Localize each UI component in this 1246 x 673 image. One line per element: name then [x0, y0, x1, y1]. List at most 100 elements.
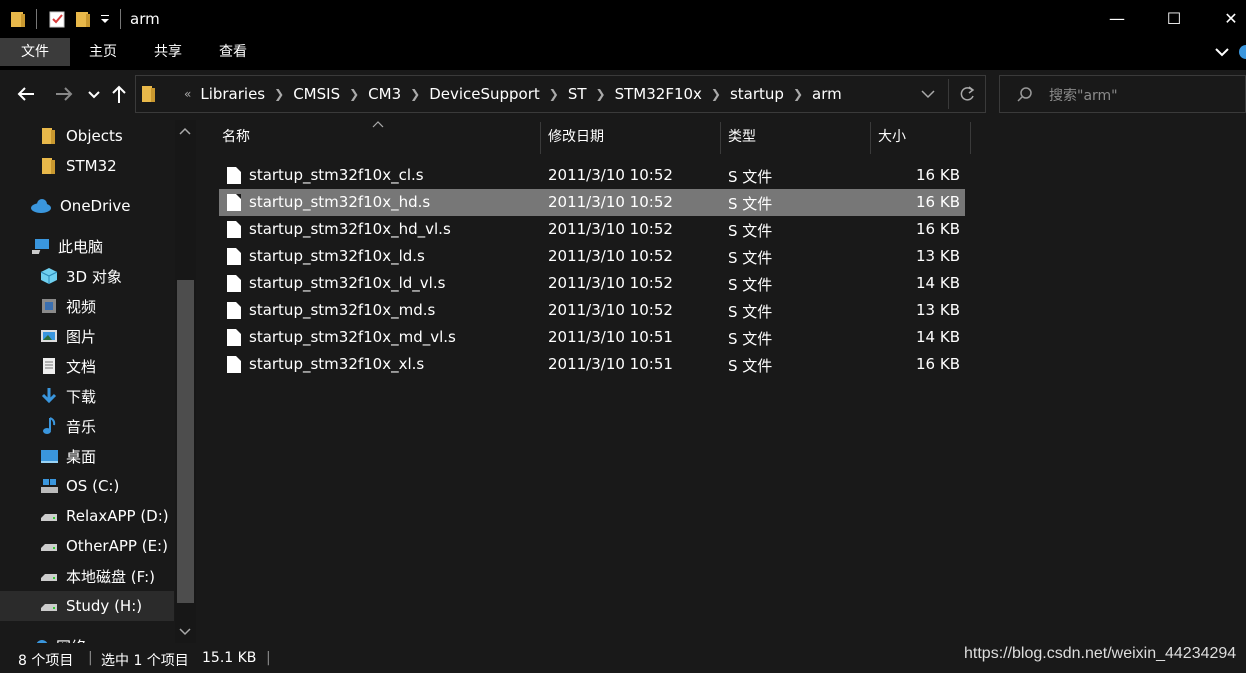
- breadcrumb-item[interactable]: startup: [730, 85, 784, 103]
- sidebar-item-3d-objects[interactable]: 3D 对象: [0, 261, 174, 291]
- search-input[interactable]: 搜索"arm": [1049, 85, 1118, 105]
- file-row[interactable]: startup_stm32f10x_ld_vl.s 2011/3/10 10:5…: [219, 270, 965, 297]
- sidebar-item-local-disk-f[interactable]: 本地磁盘 (F:): [0, 561, 174, 591]
- breadcrumb-item[interactable]: ST: [568, 85, 587, 103]
- expand-ribbon-icon[interactable]: [1215, 46, 1229, 58]
- sidebar-item-network[interactable]: 网络: [0, 631, 174, 643]
- navigation-bar: « Libraries ❯ CMSIS ❯ CM3 ❯ DeviceSupport ❯ …: [0, 70, 1246, 120]
- back-arrow-icon[interactable]: [14, 82, 38, 106]
- breadcrumb-item[interactable]: CM3: [368, 85, 401, 103]
- sidebar-item-videos[interactable]: 视频: [0, 291, 174, 321]
- file-type: S 文件: [728, 222, 773, 240]
- sidebar-item-label: 此电脑: [58, 237, 104, 256]
- file-row[interactable]: startup_stm32f10x_md.s 2011/3/10 10:52 S…: [219, 297, 965, 324]
- cloud-icon: [31, 199, 51, 213]
- file-type: S 文件: [728, 276, 773, 294]
- column-separator[interactable]: [870, 122, 871, 154]
- address-bar[interactable]: « Libraries ❯ CMSIS ❯ CM3 ❯ DeviceSupport ❯ …: [135, 75, 986, 113]
- tab-share[interactable]: 共享: [138, 38, 198, 66]
- tab-file[interactable]: 文件: [0, 38, 70, 66]
- breadcrumb-item[interactable]: CMSIS: [293, 85, 340, 103]
- new-folder-icon[interactable]: [75, 10, 91, 28]
- file-row[interactable]: startup_stm32f10x_hd.s 2011/3/10 10:52 S…: [219, 189, 965, 216]
- sidebar-item-label: OneDrive: [60, 197, 131, 215]
- file-row[interactable]: startup_stm32f10x_hd_vl.s 2011/3/10 10:5…: [219, 216, 965, 243]
- close-button[interactable]: ✕: [1203, 0, 1246, 38]
- folder-icon: [142, 86, 155, 102]
- drive-icon: [41, 514, 57, 521]
- forward-arrow-icon[interactable]: [52, 82, 76, 106]
- sidebar-item-stm32[interactable]: STM32: [0, 151, 174, 181]
- cube-icon: [40, 268, 58, 284]
- help-icon[interactable]: [1238, 44, 1246, 60]
- file-row[interactable]: startup_stm32f10x_xl.s 2011/3/10 10:51 S…: [219, 351, 965, 378]
- search-box[interactable]: 搜索"arm": [999, 75, 1246, 113]
- sidebar-item-otherapp-e[interactable]: OtherAPP (E:): [0, 531, 174, 561]
- os-drive-icon: [41, 479, 58, 493]
- tab-view[interactable]: 查看: [203, 38, 263, 66]
- sidebar-item-relaxapp-d[interactable]: RelaxAPP (D:): [0, 501, 174, 531]
- maximize-button[interactable]: ☐: [1146, 0, 1202, 38]
- column-header-type[interactable]: 类型: [728, 120, 756, 154]
- chevron-right-icon[interactable]: ❯: [349, 87, 359, 101]
- sidebar-item-pictures[interactable]: 图片: [0, 321, 174, 351]
- file-icon: [227, 248, 241, 265]
- scroll-up-icon[interactable]: [179, 126, 191, 136]
- breadcrumb-item[interactable]: DeviceSupport: [429, 85, 540, 103]
- address-history-icon[interactable]: [921, 89, 935, 99]
- column-header-name[interactable]: 名称: [222, 120, 250, 154]
- sidebar-item-study-h[interactable]: Study (H:): [0, 591, 174, 621]
- chevron-right-icon[interactable]: ❯: [711, 87, 721, 101]
- column-separator[interactable]: [970, 122, 971, 154]
- tab-home[interactable]: 主页: [74, 38, 132, 66]
- sidebar-item-documents[interactable]: 文档: [0, 351, 174, 381]
- properties-icon[interactable]: [48, 10, 66, 28]
- file-date: 2011/3/10 10:52: [548, 193, 673, 211]
- sidebar-item-desktop[interactable]: 桌面: [0, 441, 174, 471]
- breadcrumb: « Libraries ❯ CMSIS ❯ CM3 ❯ DeviceSupport ❯ …: [184, 76, 842, 112]
- chevron-right-icon[interactable]: ❯: [274, 87, 284, 101]
- drive-icon: [41, 574, 57, 581]
- column-separator[interactable]: [720, 122, 721, 154]
- refresh-icon[interactable]: [958, 85, 976, 103]
- sidebar-item-objects[interactable]: Objects: [0, 121, 174, 151]
- file-size: 16 KB: [916, 355, 960, 373]
- column-header-size[interactable]: 大小: [878, 120, 906, 154]
- title-bar: arm — ☐ ✕: [0, 0, 1246, 38]
- file-name: startup_stm32f10x_ld.s: [249, 247, 425, 265]
- sidebar-item-label: RelaxAPP (D:): [66, 507, 169, 525]
- sidebar-item-label: 图片: [66, 327, 97, 346]
- file-row[interactable]: startup_stm32f10x_ld.s 2011/3/10 10:52 S…: [219, 243, 965, 270]
- sidebar-item-onedrive[interactable]: OneDrive: [0, 191, 174, 221]
- scrollbar-thumb[interactable]: [177, 280, 194, 603]
- file-size: 14 KB: [916, 328, 960, 346]
- sidebar-item-os-c[interactable]: OS (C:): [0, 471, 174, 501]
- breadcrumb-overflow[interactable]: «: [184, 87, 191, 101]
- file-icon: [227, 221, 241, 238]
- breadcrumb-item[interactable]: Libraries: [200, 85, 265, 103]
- sidebar-item-music[interactable]: 音乐: [0, 411, 174, 441]
- sidebar-item-this-pc[interactable]: 此电脑: [0, 231, 174, 261]
- file-row[interactable]: startup_stm32f10x_cl.s 2011/3/10 10:52 S…: [219, 162, 965, 189]
- title-separator: [120, 9, 121, 29]
- column-header-date[interactable]: 修改日期: [548, 120, 604, 154]
- minimize-button[interactable]: —: [1089, 0, 1145, 38]
- chevron-right-icon[interactable]: ❯: [410, 87, 420, 101]
- chevron-right-icon[interactable]: ❯: [596, 87, 606, 101]
- sidebar-item-downloads[interactable]: 下载: [0, 381, 174, 411]
- chevron-right-icon[interactable]: ❯: [793, 87, 803, 101]
- recent-locations-icon[interactable]: [86, 82, 110, 106]
- breadcrumb-item[interactable]: arm: [812, 85, 842, 103]
- up-arrow-icon[interactable]: [108, 82, 132, 106]
- file-row[interactable]: startup_stm32f10x_md_vl.s 2011/3/10 10:5…: [219, 324, 965, 351]
- file-name: startup_stm32f10x_ld_vl.s: [249, 274, 446, 292]
- music-icon: [43, 417, 56, 434]
- file-icon: [227, 167, 241, 184]
- customize-dropdown-icon[interactable]: [100, 14, 110, 24]
- scroll-down-icon[interactable]: [179, 627, 191, 637]
- file-size: 13 KB: [916, 301, 960, 319]
- column-separator[interactable]: [540, 122, 541, 154]
- sidebar-scrollbar[interactable]: [175, 120, 196, 643]
- breadcrumb-item[interactable]: STM32F10x: [615, 85, 702, 103]
- chevron-right-icon[interactable]: ❯: [549, 87, 559, 101]
